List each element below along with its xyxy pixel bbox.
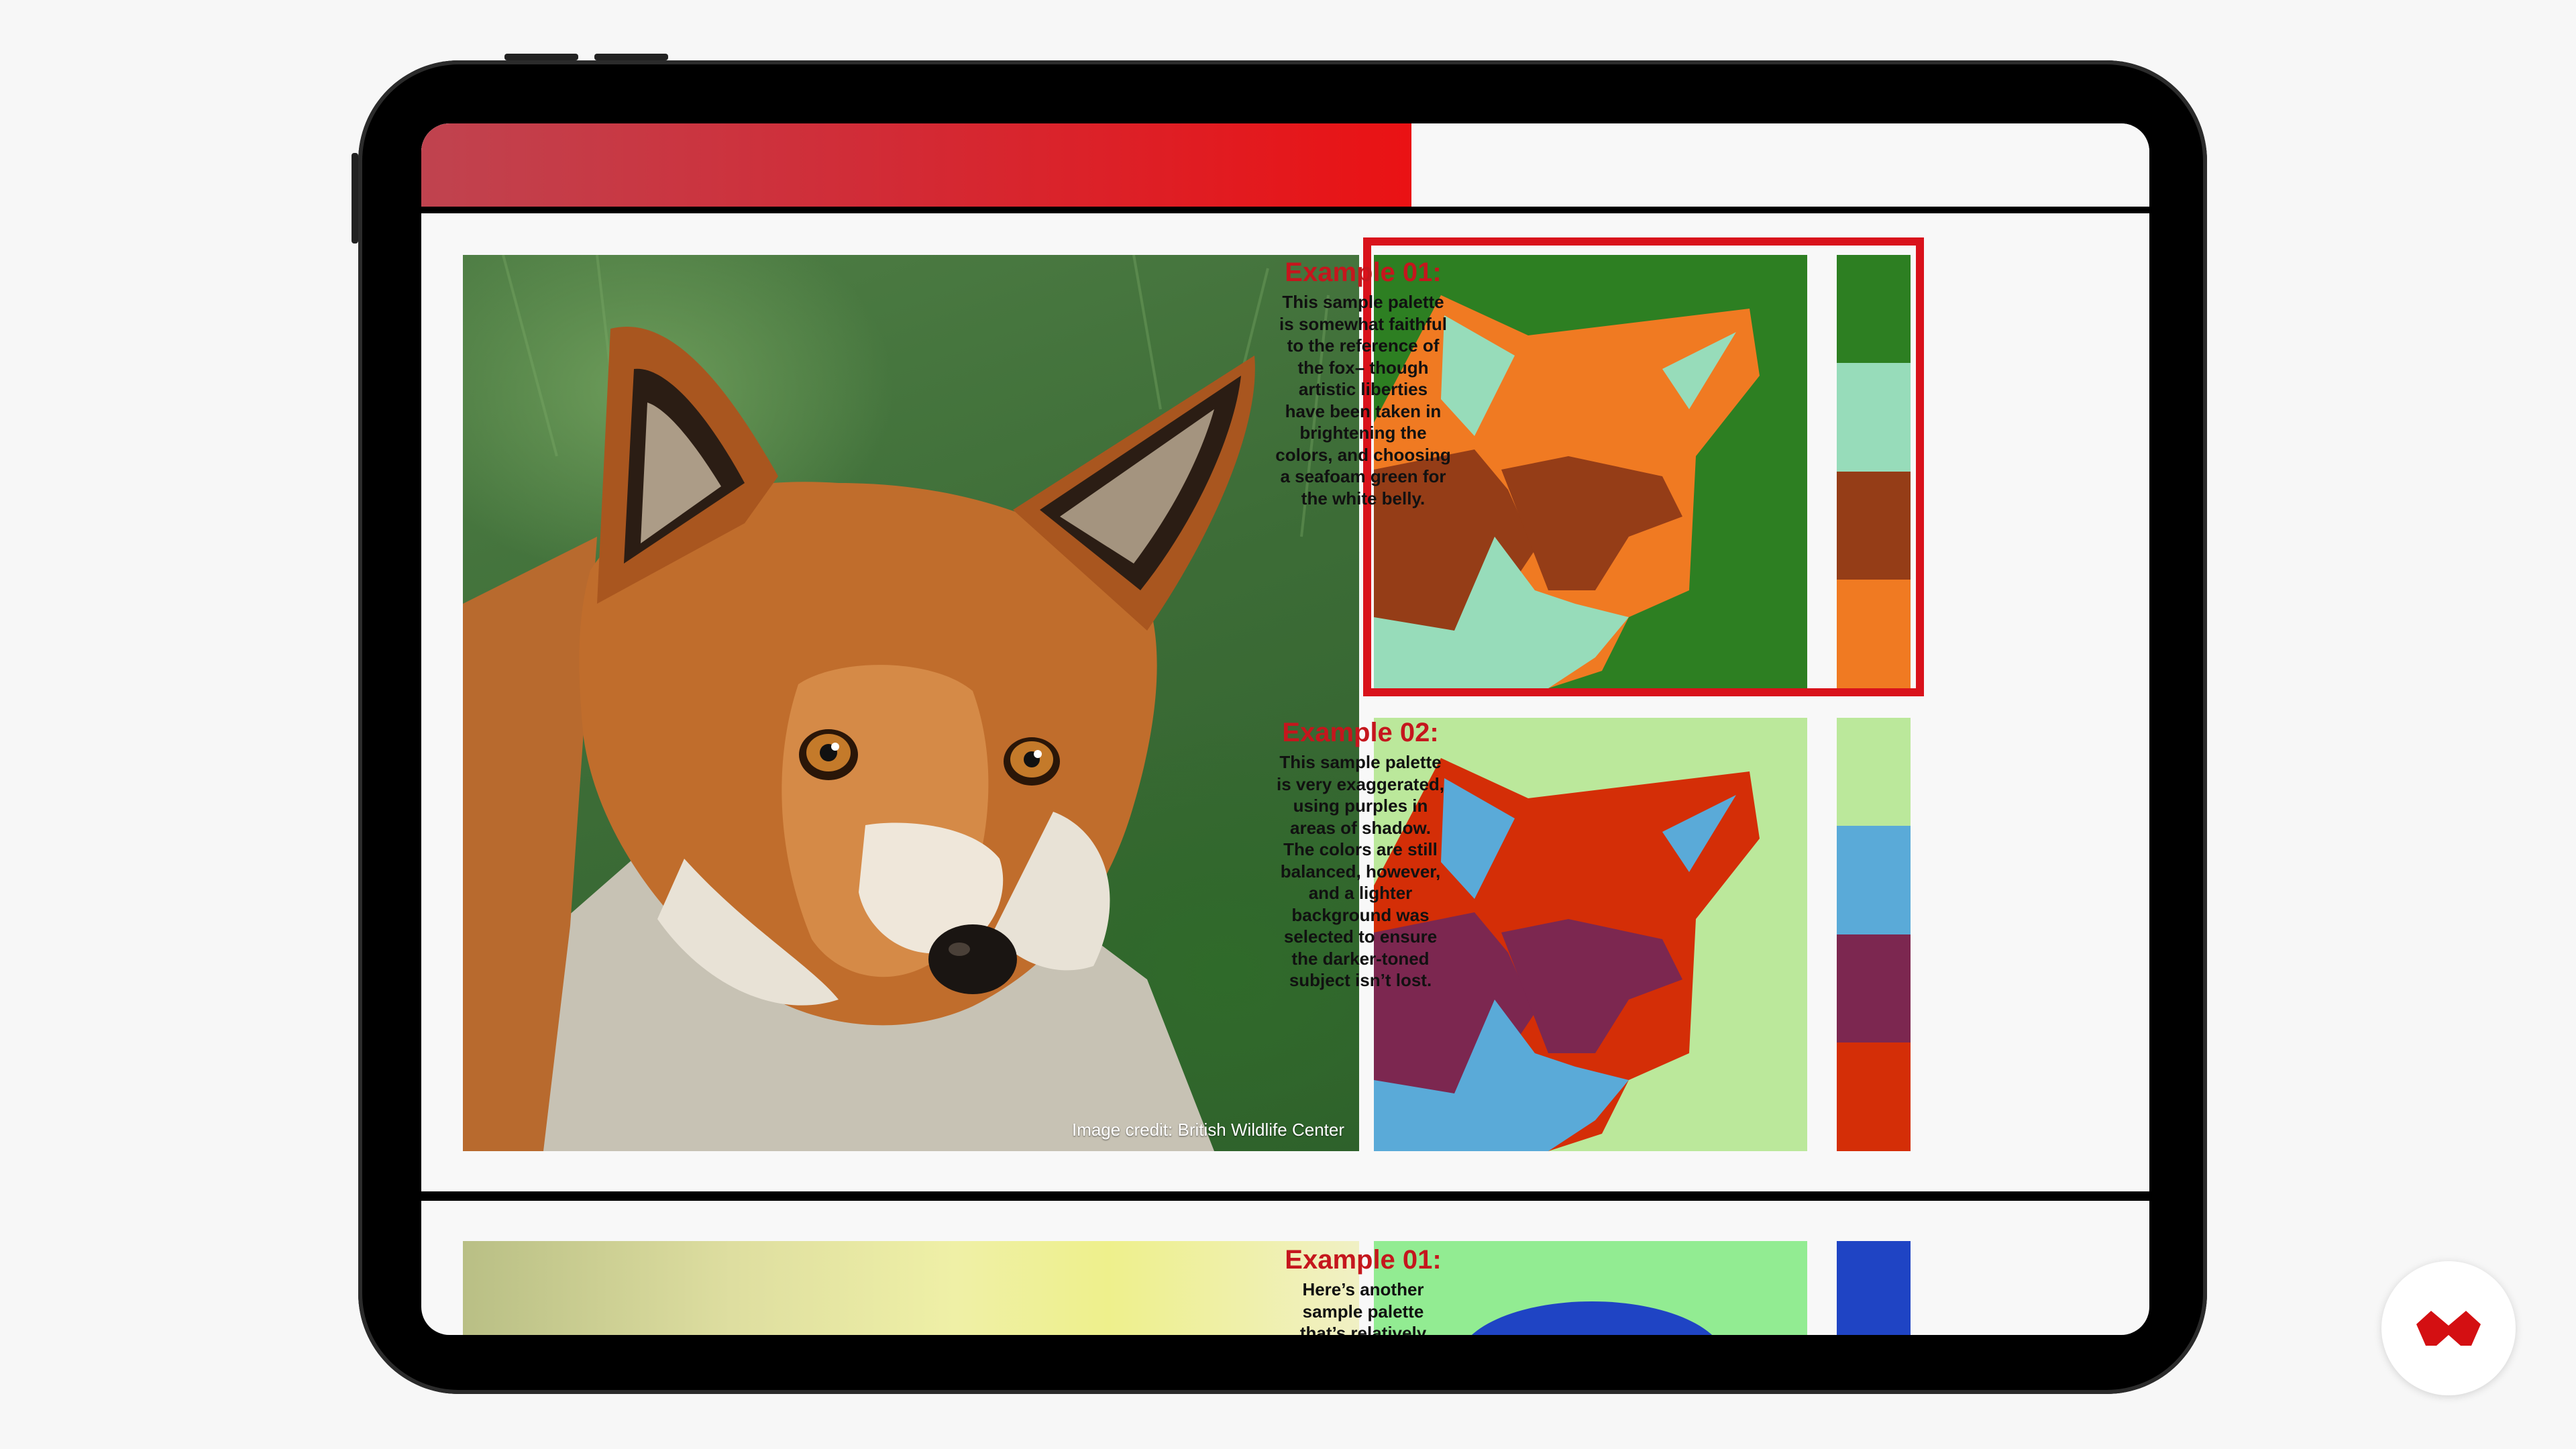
example-2-line-2: is very exaggerated, — [1276, 773, 1445, 794]
example-2-line-5: The colors are still — [1283, 839, 1438, 859]
example-3-description: Here’s another sample palette that’s rel… — [1263, 1279, 1464, 1335]
tablet-top-button-2 — [594, 54, 668, 60]
example-1-line-2: is somewhat faithful — [1279, 313, 1447, 334]
example-2-line-8: background was — [1291, 904, 1430, 925]
example-1-line-1: This sample palette — [1282, 292, 1444, 312]
swatch-2-3[interactable] — [1837, 934, 1911, 1042]
example-2-line-9: selected to ensure — [1283, 926, 1438, 947]
example-2-line-11: subject isn’t lost. — [1289, 970, 1432, 990]
example-2-line-3: using purples in — [1293, 796, 1428, 816]
swatch-2-2[interactable] — [1837, 826, 1911, 934]
tablet-top-button-1 — [504, 54, 578, 60]
example-1-line-6: have been taken in — [1285, 400, 1442, 421]
header-divider — [421, 207, 2149, 213]
progress-bar — [421, 123, 2149, 207]
tablet-side-button — [352, 153, 358, 244]
section-divider — [421, 1191, 2149, 1201]
example-1-description: This sample palette is somewhat faithful… — [1263, 291, 1464, 509]
palette-swatches-3 — [1837, 1241, 1911, 1335]
example-3-title: Example 01: — [1285, 1245, 1442, 1275]
fox-reference-photo: Image credit: British Wildlife Center — [463, 255, 1359, 1151]
image-credit: Image credit: British Wildlife Center — [1071, 1120, 1344, 1140]
example-3-line-1: Here’s another — [1302, 1279, 1424, 1299]
example-2-title: Example 02: — [1282, 718, 1439, 747]
example-2-line-1: This sample palette — [1279, 752, 1442, 772]
tablet-screen: Image credit: British Wildlife Center Ex… — [421, 123, 2149, 1335]
example-2-line-4: areas of shadow. — [1290, 817, 1431, 838]
palette-swatches-2 — [1837, 718, 1911, 1151]
example-1-line-5: artistic liberties — [1298, 379, 1428, 399]
example-1-line-9: a seafoam green for — [1280, 466, 1446, 486]
swatch-2-4[interactable] — [1837, 1042, 1911, 1151]
brand-chevron-icon — [2416, 1311, 2481, 1346]
reference-photo-2 — [463, 1241, 1359, 1335]
example-1-line-7: brightening the — [1299, 423, 1427, 443]
example-1-line-4: the fox– though — [1297, 357, 1429, 378]
example-1-line-10: the white belly. — [1301, 488, 1426, 508]
swatch-2-1[interactable] — [1837, 718, 1911, 826]
example-1-title: Example 01: — [1285, 258, 1442, 287]
example-2-line-10: the darker-toned — [1291, 948, 1430, 969]
brand-badge[interactable] — [2381, 1261, 2516, 1395]
fox-illustration — [463, 255, 1330, 1151]
example-2-line-6: balanced, however, — [1280, 861, 1441, 881]
example-2-description: This sample palette is very exaggerated,… — [1260, 751, 1461, 991]
example-3-line-2: sample palette — [1302, 1301, 1424, 1322]
example-2-line-7: and a lighter — [1308, 883, 1413, 903]
example-1-line-3: to the reference of — [1287, 335, 1440, 356]
progress-bar-fill — [421, 123, 1412, 207]
example-3-line-3: that’s relatively — [1299, 1323, 1427, 1335]
example-1-line-8: colors, and choosing — [1275, 444, 1451, 465]
